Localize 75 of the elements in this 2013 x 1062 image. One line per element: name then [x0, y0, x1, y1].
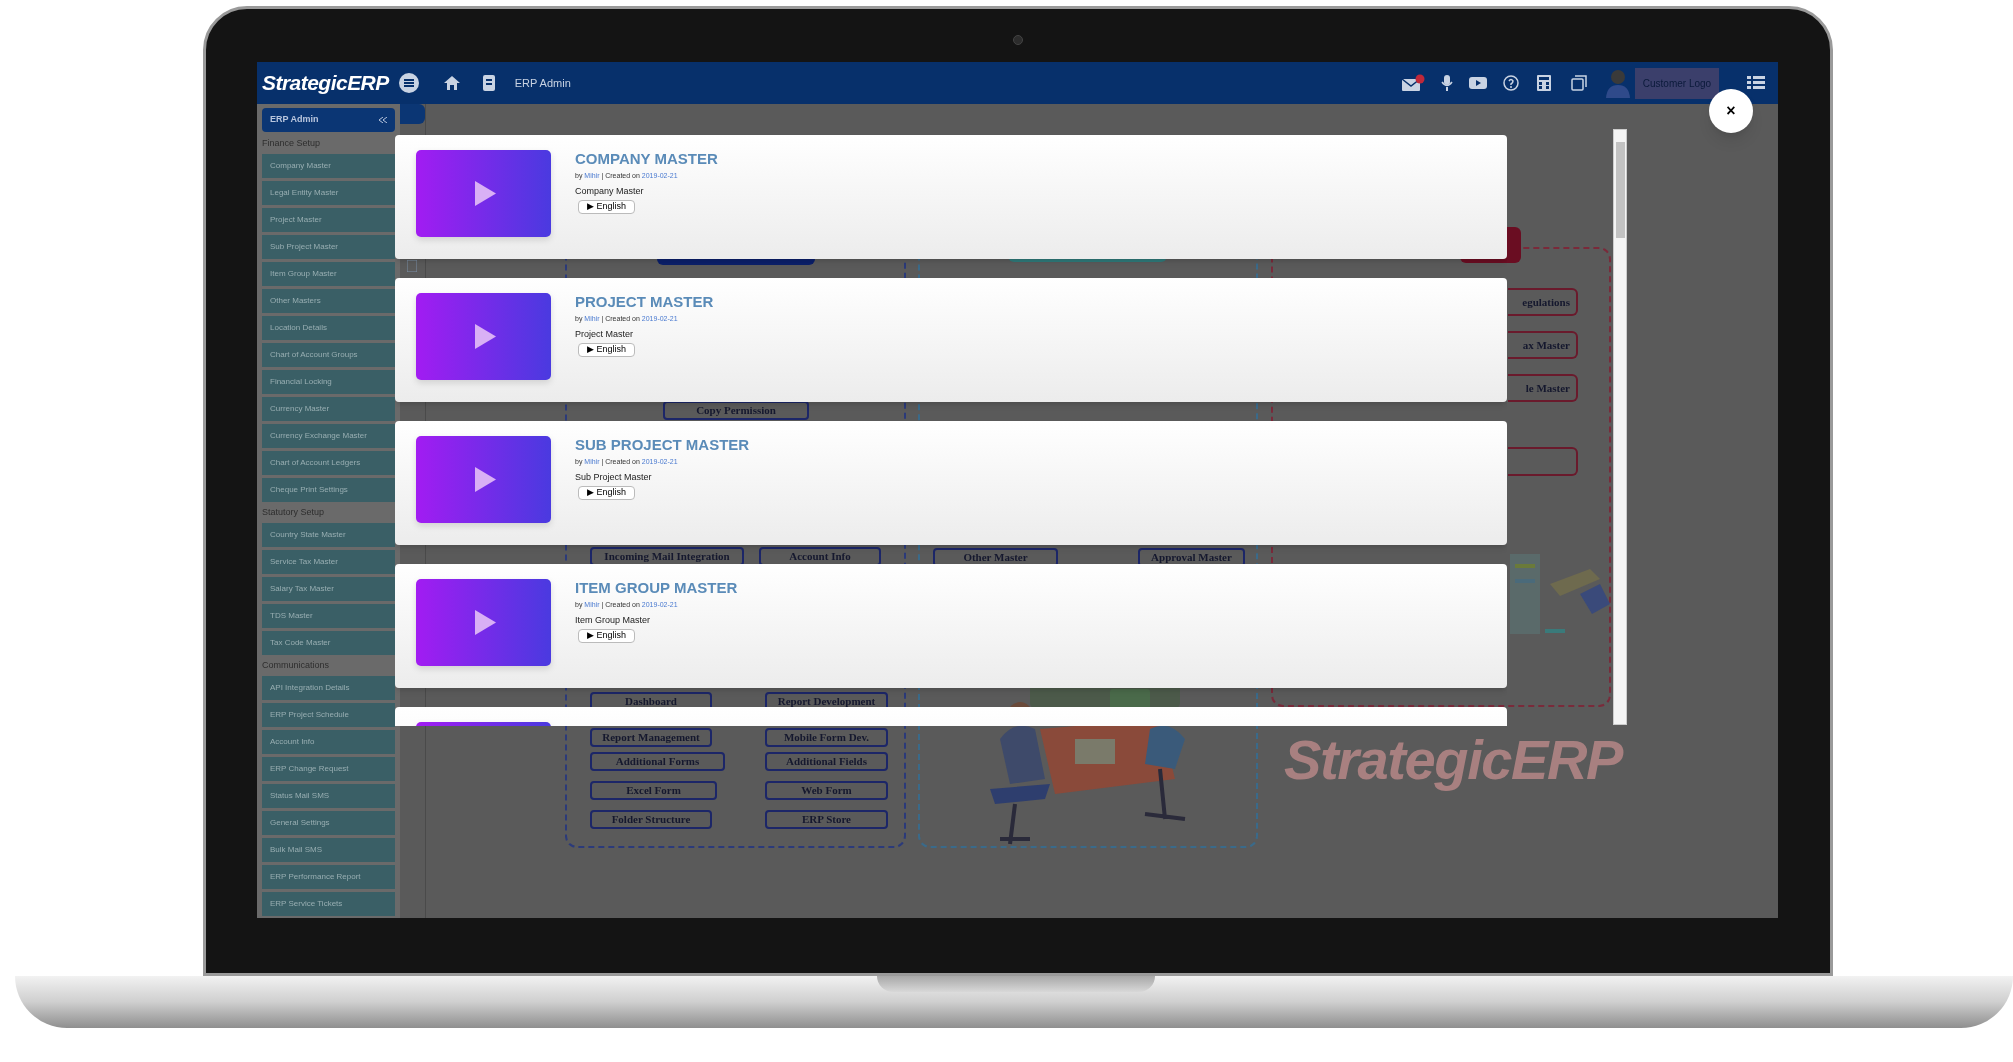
- sidebar-item[interactable]: Location Details: [262, 316, 395, 340]
- video-thumbnail[interactable]: [416, 150, 551, 237]
- sidebar-header[interactable]: ERP Admin: [262, 108, 395, 132]
- sidebar-item[interactable]: Legal Entity Master: [262, 181, 395, 205]
- sidebar-item[interactable]: Chart of Account Ledgers: [262, 451, 395, 475]
- sidebar-item[interactable]: Country State Master: [262, 523, 395, 547]
- sidebar-item[interactable]: Account Info: [262, 730, 395, 754]
- help-icon[interactable]: [1503, 75, 1519, 91]
- list-icon[interactable]: [1747, 76, 1765, 90]
- mail-icon[interactable]: [1401, 74, 1425, 92]
- diagram-button[interactable]: egulations: [1508, 288, 1578, 316]
- diagram-button[interactable]: Web Form: [765, 781, 888, 800]
- diagram-button[interactable]: Excel Form: [590, 781, 717, 800]
- sidebar-item[interactable]: Chart of Account Groups: [262, 343, 395, 367]
- document-icon[interactable]: [482, 75, 495, 91]
- sidebar-item[interactable]: ERP Project Schedule: [262, 703, 395, 727]
- video-title[interactable]: ITEM GROUP MASTER: [575, 579, 738, 597]
- scrollbar-thumb[interactable]: [1615, 142, 1625, 238]
- language-button[interactable]: ▶ English: [578, 486, 636, 500]
- windows-icon[interactable]: [1571, 75, 1587, 91]
- diagram-button[interactable]: Additional Forms: [590, 752, 725, 771]
- diagram-button[interactable]: Folder Structure: [590, 810, 712, 829]
- diagram-button[interactable]: ax Master: [1508, 331, 1578, 359]
- video-thumbnail[interactable]: [416, 293, 551, 380]
- microphone-icon[interactable]: [1441, 74, 1453, 92]
- diagram-button[interactable]: Mobile Form Dev.: [765, 728, 888, 747]
- sidebar-title: ERP Admin: [270, 113, 319, 127]
- sidebar-item[interactable]: Financial Locking: [262, 370, 395, 394]
- sidebar-item[interactable]: Project Master: [262, 208, 395, 232]
- sidebar-item[interactable]: Service Tax Master: [262, 550, 395, 574]
- scrollbar[interactable]: [1613, 129, 1627, 725]
- sidebar-item[interactable]: TDS Master: [262, 604, 395, 628]
- video-thumbnail[interactable]: [416, 579, 551, 666]
- sidebar-item[interactable]: Sub Project Master: [262, 235, 395, 259]
- app-logo: StrategicERP: [262, 70, 389, 97]
- sidebar-item[interactable]: Company Master: [262, 154, 395, 178]
- home-icon[interactable]: [442, 75, 461, 91]
- sidebar-item[interactable]: Bulk Mail SMS: [262, 838, 395, 862]
- diagram-button[interactable]: ERP Store: [765, 810, 888, 829]
- sidebar-item[interactable]: Status Mail SMS: [262, 784, 395, 808]
- calculator-icon[interactable]: [1537, 75, 1551, 91]
- sidebar-item[interactable]: Item Group Master: [262, 262, 395, 286]
- video-description: Sub Project Master: [575, 470, 652, 484]
- sidebar-item[interactable]: Currency Master: [262, 397, 395, 421]
- video-title[interactable]: SUB PROJECT MASTER: [575, 436, 750, 454]
- sidebar-toggle[interactable]: [400, 104, 425, 124]
- sidebar-item[interactable]: API Integration Details: [262, 676, 395, 700]
- close-button[interactable]: ×: [1709, 89, 1753, 133]
- collapse-icon[interactable]: [379, 117, 387, 123]
- sidebar-item[interactable]: Cheque Print Settings: [262, 478, 395, 502]
- language-button[interactable]: ▶ English: [578, 200, 636, 214]
- sidebar-item[interactable]: ERP Service Tickets: [262, 892, 395, 916]
- sidebar-item[interactable]: ERP Change Request: [262, 757, 395, 781]
- video-thumbnail[interactable]: [416, 436, 551, 523]
- video-title[interactable]: COMPANY MASTER: [575, 150, 718, 168]
- sidebar-item[interactable]: Other Masters: [262, 289, 395, 313]
- diagram-button[interactable]: Report Management: [590, 728, 712, 747]
- sidebar-item[interactable]: Currency Exchange Master: [262, 424, 395, 448]
- sidebar-item[interactable]: ERP Performance Report: [262, 865, 395, 889]
- video-description: Item Group Master: [575, 613, 651, 627]
- language-button[interactable]: ▶ English: [578, 343, 636, 357]
- breadcrumb-text: ERP Admin: [514, 75, 571, 91]
- video-description: Project Master: [575, 327, 634, 341]
- sidebar-item[interactable]: Salary Tax Master: [262, 577, 395, 601]
- diagram-button[interactable]: le Master: [1508, 374, 1578, 402]
- video-title[interactable]: PROJECT MASTER: [575, 293, 714, 311]
- camera-icon: [1013, 35, 1023, 45]
- diagram-button[interactable]: Additional Fields: [765, 752, 888, 771]
- sidebar-item[interactable]: Tax Code Master: [262, 631, 395, 655]
- video-description: Company Master: [575, 184, 644, 198]
- empty-box: [1508, 447, 1578, 476]
- sidebar-item[interactable]: General Settings: [262, 811, 395, 835]
- menu-icon[interactable]: [398, 73, 419, 93]
- video-icon[interactable]: [1469, 76, 1487, 90]
- language-button[interactable]: ▶ English: [578, 629, 636, 643]
